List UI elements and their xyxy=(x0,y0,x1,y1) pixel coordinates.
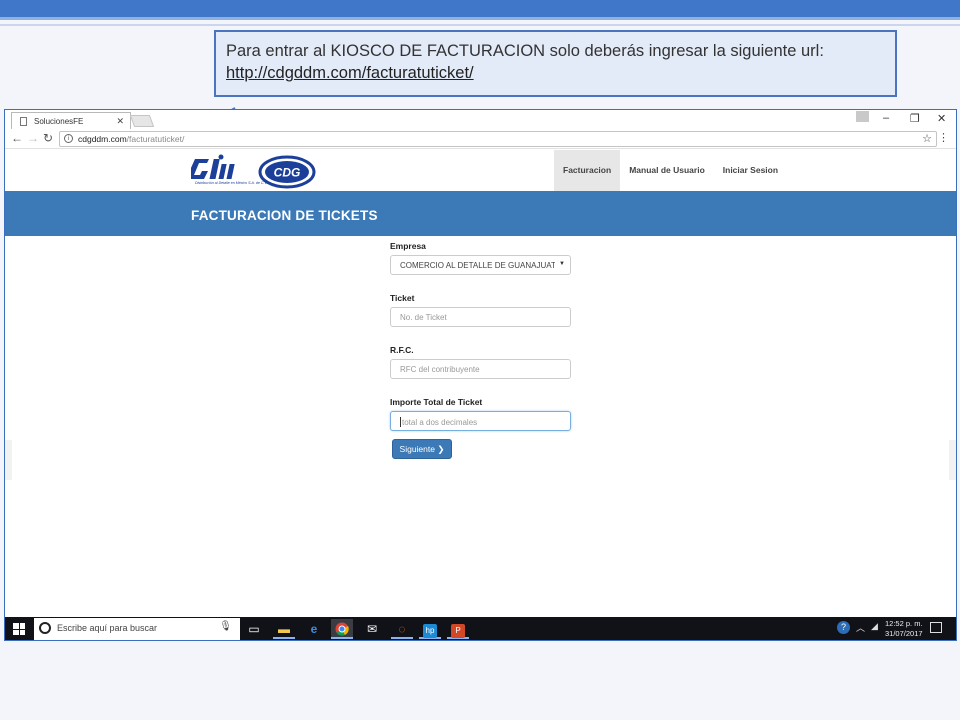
app-icon-ring[interactable]: ◌ xyxy=(391,619,413,639)
help-icon[interactable]: ? xyxy=(837,621,850,634)
rfc-input[interactable]: RFC del contribuyente xyxy=(390,359,571,379)
slide-header-bar xyxy=(0,0,960,20)
logo-text: CDG xyxy=(274,166,301,180)
empresa-value: COMERCIO AL DETALLE DE GUANAJUATO xyxy=(400,261,555,270)
ticket-label: Ticket xyxy=(390,293,415,303)
search-placeholder: Escribe aquí para buscar xyxy=(57,623,158,633)
address-bar[interactable]: i cdgddm.com/facturatuticket/ ☆ xyxy=(59,131,937,147)
empresa-label: Empresa xyxy=(390,241,426,251)
tab-title: SolucionesFE xyxy=(34,117,84,126)
close-window-button[interactable]: ✕ xyxy=(937,112,946,125)
minimize-button[interactable]: – xyxy=(883,112,889,124)
clock-date: 31/07/2017 xyxy=(885,629,923,638)
restore-button[interactable]: ❐ xyxy=(910,112,920,125)
siguiente-button[interactable]: Siguiente ❯ xyxy=(392,439,452,459)
bookmark-star-icon[interactable]: ☆ xyxy=(922,132,932,145)
site-header: Distribución al Detalle en México S.A. d… xyxy=(5,150,956,191)
callout-text: Para entrar al KIOSCO DE FACTURACION sol… xyxy=(226,42,824,60)
edge-icon[interactable]: e xyxy=(303,619,325,639)
slide-header-line xyxy=(0,24,960,26)
tab-strip: SolucionesFE ✕ – ❐ ✕ xyxy=(5,110,956,129)
site-nav: Facturacion Manual de Usuario Iniciar Se… xyxy=(554,150,787,191)
forward-icon[interactable]: → xyxy=(27,131,39,145)
taskbar-search[interactable]: Escribe aquí para buscar 🎙 xyxy=(34,618,240,640)
new-tab-button[interactable] xyxy=(129,115,155,127)
browser-window: SolucionesFE ✕ – ❐ ✕ ← → ↻ i cdgddm.com/… xyxy=(4,109,957,641)
tray-chevron-up-icon[interactable]: ︿ xyxy=(856,621,865,634)
back-icon[interactable]: ← xyxy=(11,131,23,145)
importe-input[interactable]: total a dos decimales xyxy=(390,411,571,431)
address-path: /facturatuticket/ xyxy=(126,134,185,144)
profile-icon[interactable] xyxy=(856,111,869,122)
nav-manual-usuario[interactable]: Manual de Usuario xyxy=(620,150,714,191)
rfc-label: R.F.C. xyxy=(390,345,414,355)
nav-facturacion[interactable]: Facturacion xyxy=(554,150,621,191)
clock-time: 12:52 p. m. xyxy=(885,619,923,628)
windows-taskbar: Escribe aquí para buscar 🎙 ▭ ▬ e ✉ ◌ hp … xyxy=(5,617,956,640)
nav-iniciar-sesion[interactable]: Iniciar Sesion xyxy=(714,150,787,191)
page-title: FACTURACION DE TICKETS xyxy=(191,208,378,223)
ticket-input[interactable]: No. de Ticket xyxy=(390,307,571,327)
page-banner: FACTURACION DE TICKETS xyxy=(5,191,956,236)
action-center-icon[interactable] xyxy=(930,622,942,633)
microphone-icon[interactable]: 🎙 xyxy=(219,621,232,632)
importe-label: Importe Total de Ticket xyxy=(390,397,483,407)
close-tab-icon[interactable]: ✕ xyxy=(116,116,124,127)
windows-start-icon[interactable] xyxy=(13,623,25,635)
info-icon[interactable]: i xyxy=(64,134,73,143)
right-scroll-grip[interactable] xyxy=(949,440,956,480)
left-scroll-grip[interactable] xyxy=(5,440,12,480)
task-view-icon[interactable]: ▭ xyxy=(243,619,265,639)
mail-icon[interactable]: ✉ xyxy=(361,619,383,639)
reload-icon[interactable]: ↻ xyxy=(43,131,53,145)
chrome-icon[interactable] xyxy=(331,619,353,639)
powerpoint-icon[interactable]: P xyxy=(447,619,469,639)
wifi-icon[interactable]: ◢ xyxy=(871,621,878,632)
ticket-form: Empresa COMERCIO AL DETALLE DE GUANAJUAT… xyxy=(390,236,580,459)
browser-tab[interactable]: SolucionesFE ✕ xyxy=(11,112,131,129)
caret-down-icon: ▼ xyxy=(559,261,565,267)
address-host: cdgddm.com xyxy=(78,134,127,144)
cortana-icon xyxy=(39,622,51,634)
hp-icon[interactable]: hp xyxy=(419,619,441,639)
empresa-select[interactable]: COMERCIO AL DETALLE DE GUANAJUATO ▼ xyxy=(390,255,571,275)
text-cursor xyxy=(400,417,401,427)
browser-menu-icon[interactable]: ⋮ xyxy=(938,131,949,144)
callout-url[interactable]: http://cdgddm.com/facturatuticket/ xyxy=(226,62,885,84)
importe-placeholder: total a dos decimales xyxy=(402,418,478,427)
page-icon xyxy=(20,117,27,126)
file-explorer-icon[interactable]: ▬ xyxy=(273,619,295,639)
company-logo[interactable]: Distribución al Detalle en México S.A. d… xyxy=(186,153,316,194)
taskbar-clock[interactable]: 12:52 p. m. 31/07/2017 xyxy=(885,619,923,639)
browser-toolbar: ← → ↻ i cdgddm.com/facturatuticket/ ☆ ⋮ xyxy=(5,129,956,149)
logo-subtitle: Distribución al Detalle en México S.A. d… xyxy=(195,181,268,185)
instruction-callout: Para entrar al KIOSCO DE FACTURACION sol… xyxy=(214,30,897,97)
